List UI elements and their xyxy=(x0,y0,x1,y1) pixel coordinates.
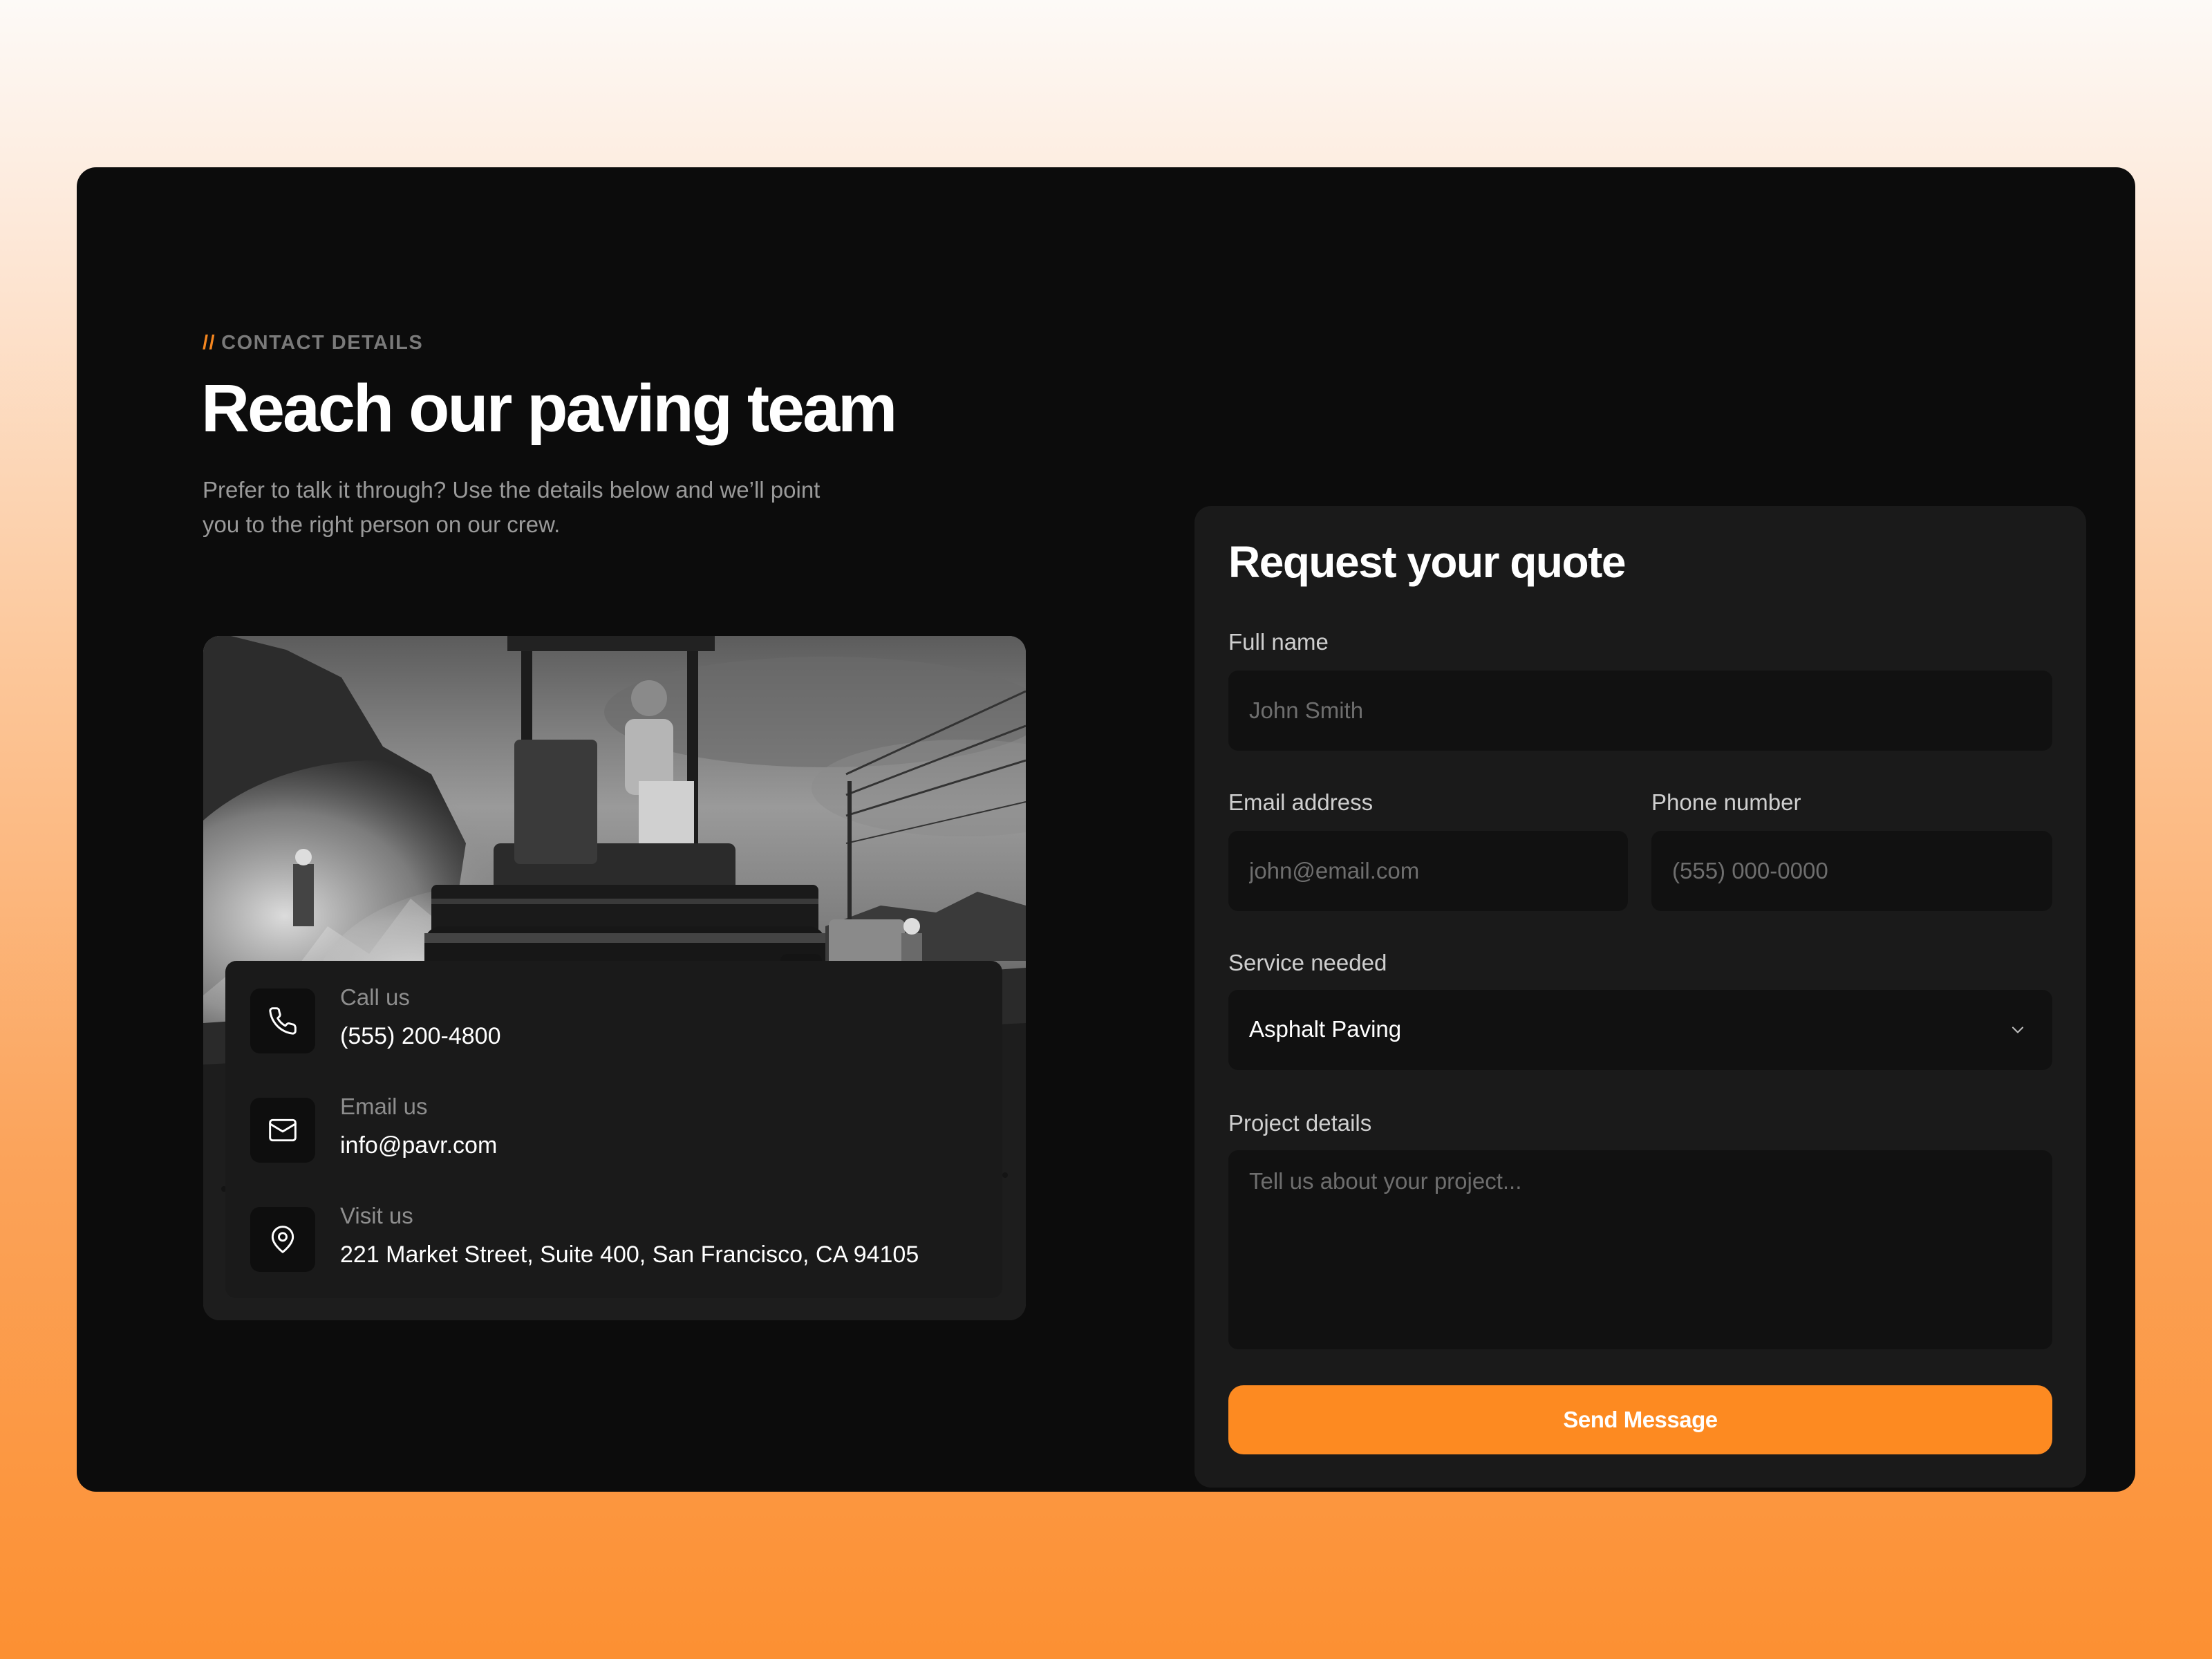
contact-item-phone[interactable]: Call us (555) 200-4800 xyxy=(250,984,983,1053)
service-label: Service needed xyxy=(1228,950,1387,975)
chevron-down-icon xyxy=(2008,1020,2027,1043)
contact-item-email[interactable]: Email us info@pavr.com xyxy=(250,1094,983,1163)
phone-number-value[interactable]: (555) 200-4800 xyxy=(340,1023,501,1050)
form-title: Request your quote xyxy=(1228,537,1626,587)
contact-item-label: Email us xyxy=(340,1094,428,1119)
eyebrow-slashes: // xyxy=(203,332,216,354)
email-address-value[interactable]: info@pavr.com xyxy=(340,1132,497,1159)
contact-info-panel: Call us (555) 200-4800 Email us info@pav… xyxy=(225,961,1002,1298)
contact-item-label: Call us xyxy=(340,984,410,1010)
section-description: Prefer to talk it through? Use the detai… xyxy=(203,477,821,537)
map-pin-icon xyxy=(250,1207,315,1272)
page-title: Reach our paving team xyxy=(201,371,897,446)
section-eyebrow: //CONTACT DETAILS xyxy=(203,332,423,355)
email-label: Email address xyxy=(1228,789,1374,815)
send-message-button[interactable]: Send Message xyxy=(1228,1385,2052,1454)
service-select[interactable]: Asphalt Paving xyxy=(1228,990,2052,1070)
mail-icon xyxy=(250,1098,315,1163)
phone-icon xyxy=(250,988,315,1053)
email-input[interactable] xyxy=(1228,831,1628,911)
project-details-textarea[interactable] xyxy=(1228,1150,2052,1349)
phone-input[interactable] xyxy=(1651,831,2052,911)
contact-item-address[interactable]: Visit us 221 Market Street, Suite 400, S… xyxy=(250,1203,983,1272)
full-name-input[interactable] xyxy=(1228,671,2052,751)
eyebrow-text: CONTACT DETAILS xyxy=(221,332,424,354)
street-address-value[interactable]: 221 Market Street, Suite 400, San Franci… xyxy=(340,1241,919,1268)
project-details-label: Project details xyxy=(1228,1110,1372,1136)
full-name-label: Full name xyxy=(1228,629,1329,655)
service-selected-value: Asphalt Paving xyxy=(1249,1016,1402,1042)
contact-item-label: Visit us xyxy=(340,1203,413,1228)
phone-label: Phone number xyxy=(1651,789,1801,815)
contact-section-card: //CONTACT DETAILS Reach our paving team … xyxy=(77,167,2135,1492)
quote-form: Request your quote Full name Email addre… xyxy=(1194,506,2086,1488)
